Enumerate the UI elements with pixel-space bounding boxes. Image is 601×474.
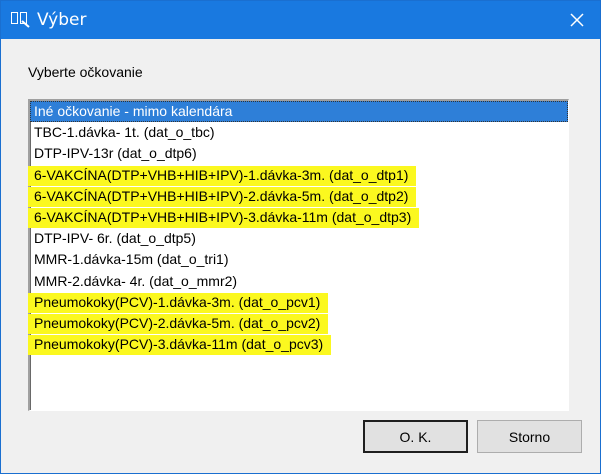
list-item[interactable]: Pneumokoky(PCV)-3.dávka-11m (dat_o_pcv3) [28, 334, 568, 356]
list-item-label: Pneumokoky(PCV)-2.dávka-5m. (dat_o_pcv2) [34, 314, 321, 331]
list-item[interactable]: 6-VAKCÍNA(DTP+VHB+HIB+IPV)-2.dávka-5m. (… [28, 186, 568, 207]
cancel-button-label: Storno [508, 428, 551, 445]
list-item[interactable]: 6-VAKCÍNA(DTP+VHB+HIB+IPV)-3.dávka-11m (… [28, 207, 568, 228]
list-item[interactable]: MMR-1.dávka-15m (dat_o_tri1) [30, 249, 568, 270]
list-item[interactable]: DTP-IPV-13r (dat_o_dtp6) [30, 143, 568, 164]
list-item-label: Pneumokoky(PCV)-3.dávka-11m (dat_o_pcv3) [34, 336, 324, 353]
list-item[interactable]: Pneumokoky(PCV)-2.dávka-5m. (dat_o_pcv2) [28, 313, 568, 334]
close-icon [570, 13, 584, 27]
ok-button[interactable]: O. K. [363, 420, 468, 453]
list-item[interactable]: 6-VAKCÍNA(DTP+VHB+HIB+IPV)-1.dávka-3m. (… [28, 165, 568, 186]
cancel-button[interactable]: Storno [477, 420, 582, 453]
list-item-label: DTP-IPV-13r (dat_o_dtp6) [34, 145, 197, 162]
dialog-window: Výber Vyberte očkovanie Iné očkovanie - … [0, 0, 601, 474]
prompt-label: Vyberte očkovanie [28, 64, 143, 80]
list-item-label: Pneumokoky(PCV)-1.dávka-3m. (dat_o_pcv1) [34, 293, 321, 310]
list-item-selected[interactable]: Iné očkovanie - mimo kalendára [30, 101, 568, 123]
list-item-label: 6-VAKCÍNA(DTP+VHB+HIB+IPV)-1.dávka-3m. (… [34, 166, 409, 183]
list-item[interactable]: DTP-IPV- 6r. (dat_o_dtp5) [30, 228, 568, 249]
list-item-label: 6-VAKCÍNA(DTP+VHB+HIB+IPV)-3.dávka-11m (… [34, 208, 412, 225]
list-item[interactable]: Pneumokoky(PCV)-1.dávka-3m. (dat_o_pcv1) [28, 292, 568, 313]
list-item-label: 6-VAKCÍNA(DTP+VHB+HIB+IPV)-2.dávka-5m. (… [34, 187, 409, 204]
ok-button-label: O. K. [399, 428, 432, 445]
list-item[interactable]: MMR-2.dávka- 4r. (dat_o_mmr2) [30, 271, 568, 292]
title-bar[interactable]: Výber [1, 1, 600, 39]
list-item-label: MMR-2.dávka- 4r. (dat_o_mmr2) [34, 272, 238, 289]
window-title: Výber [37, 10, 87, 30]
list-item[interactable]: TBC-1.dávka- 1t. (dat_o_tbc) [30, 122, 568, 143]
list-item-label: MMR-1.dávka-15m (dat_o_tri1) [34, 251, 229, 268]
close-button[interactable] [554, 1, 600, 39]
list-item-label: Iné očkovanie - mimo kalendára [34, 103, 233, 119]
list-item-label: TBC-1.dávka- 1t. (dat_o_tbc) [34, 124, 215, 141]
vaccination-listbox[interactable]: Iné očkovanie - mimo kalendára TBC-1.dávk… [28, 99, 569, 411]
list-item-label: DTP-IPV- 6r. (dat_o_dtp5) [34, 230, 196, 247]
app-icon [11, 12, 30, 28]
